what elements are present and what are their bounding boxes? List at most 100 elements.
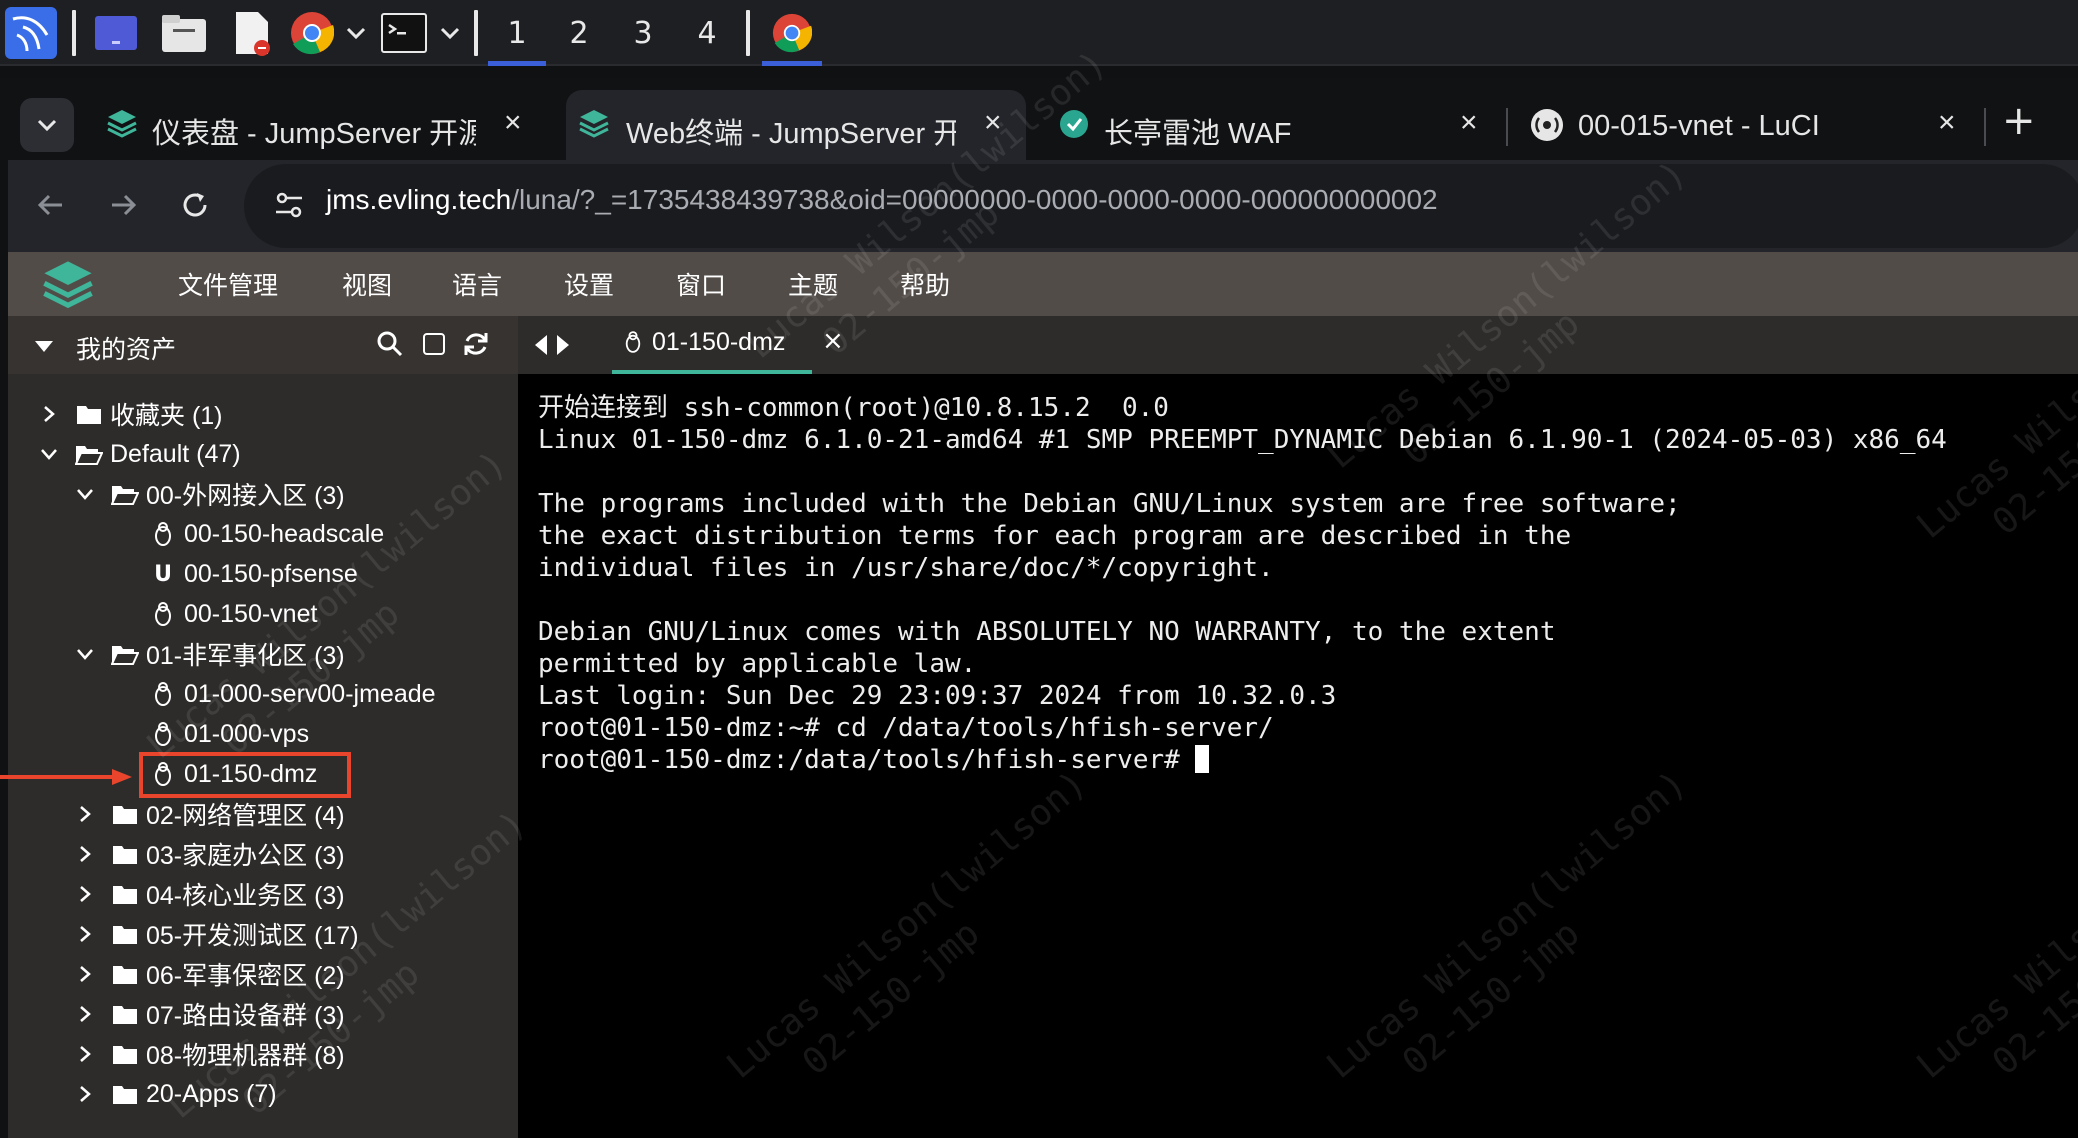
workspace-4[interactable]: 4 bbox=[676, 0, 738, 66]
linux-icon bbox=[148, 601, 178, 627]
new-tab-button[interactable]: + bbox=[2002, 98, 2036, 144]
chevron-right-icon[interactable] bbox=[70, 884, 100, 904]
kali-menu-icon[interactable] bbox=[0, 0, 62, 66]
safeline-waf-icon bbox=[1058, 108, 1090, 148]
app-menubar: 文件管理 视图 语言 设置 窗口 主题 帮助 bbox=[8, 252, 2078, 316]
chevron-down-icon[interactable] bbox=[432, 0, 468, 66]
chevron-right-icon[interactable] bbox=[70, 924, 100, 944]
workspace-2[interactable]: 2 bbox=[548, 0, 610, 66]
tree-item-zone-01[interactable]: 01-非军事化区 (3) bbox=[70, 634, 345, 674]
tree-item-zone-07[interactable]: 07-路由设备群 (3) bbox=[70, 994, 345, 1034]
tab-web-terminal[interactable]: Web终端 - JumpServer 开 × bbox=[566, 90, 1026, 160]
close-icon[interactable]: × bbox=[984, 106, 1002, 140]
reload-button[interactable] bbox=[170, 180, 220, 230]
terminal-prompt: root@01-150-dmz:/data/tools/hfish-server… bbox=[538, 744, 1947, 776]
chevron-down-icon[interactable] bbox=[70, 487, 100, 501]
tree-item-label: 00-150-vnet bbox=[184, 599, 318, 628]
tree-item-label: 06-军事保密区 (2) bbox=[146, 962, 345, 990]
menu-help[interactable]: 帮助 bbox=[900, 266, 950, 302]
folder-icon bbox=[110, 843, 140, 865]
tab-scroll-left-icon[interactable] bbox=[534, 334, 548, 360]
chevron-right-icon[interactable] bbox=[70, 964, 100, 984]
file-manager-icon[interactable] bbox=[158, 0, 210, 66]
tree-item-zone-05[interactable]: 05-开发测试区 (17) bbox=[70, 914, 359, 954]
folder-icon bbox=[74, 403, 104, 425]
asset-00-150-vnet[interactable]: 00-150-vnet bbox=[148, 594, 317, 634]
tree-item-label: 03-家庭办公区 (3) bbox=[146, 842, 345, 870]
chrome-window-button[interactable] bbox=[758, 0, 826, 66]
tree-item-label: 02-网络管理区 (4) bbox=[146, 802, 345, 830]
folder-icon bbox=[110, 1043, 140, 1065]
asset-01-000-serv00-jmeade[interactable]: 01-000-serv00-jmeade bbox=[148, 674, 436, 714]
jumpserver-logo[interactable] bbox=[40, 258, 96, 316]
close-icon[interactable]: × bbox=[504, 106, 522, 140]
folder-icon bbox=[110, 923, 140, 945]
asset-00-150-headscale[interactable]: 00-150-headscale bbox=[148, 514, 384, 554]
chevron-right-icon[interactable] bbox=[70, 844, 100, 864]
close-icon[interactable]: × bbox=[822, 326, 844, 356]
omnibox[interactable]: jms.evling.tech/luna/?_=1735438439738&oi… bbox=[244, 164, 2078, 248]
tree-item-label: 收藏夹 (1) bbox=[110, 402, 223, 430]
tab-safeline-waf[interactable]: 长亭雷池 WAF × bbox=[1050, 90, 1510, 160]
asset-01-000-vps[interactable]: 01-000-vps bbox=[148, 714, 309, 754]
tree-item-label: 00-外网接入区 (3) bbox=[146, 482, 345, 510]
tab-scroll-right-icon[interactable] bbox=[556, 334, 570, 360]
tab-search-button[interactable] bbox=[20, 98, 74, 152]
chevron-down-icon[interactable] bbox=[338, 0, 374, 66]
site-settings-icon[interactable] bbox=[264, 180, 314, 230]
chevron-down-icon[interactable] bbox=[34, 447, 64, 461]
session-tab[interactable]: 01-150-dmz × bbox=[602, 316, 844, 374]
tree-item-default[interactable]: Default (47) bbox=[34, 434, 241, 474]
folder-open-icon bbox=[74, 443, 104, 465]
tree-item-zone-00[interactable]: 00-外网接入区 (3) bbox=[70, 474, 345, 514]
forward-button[interactable] bbox=[98, 180, 148, 230]
caret-down-icon[interactable] bbox=[34, 338, 54, 357]
chevron-right-icon[interactable] bbox=[34, 404, 64, 424]
folder-icon bbox=[110, 963, 140, 985]
asset-sidebar: 我的资产 收藏夹 (1) Default (47) 00-外网接入区 (3) 0… bbox=[0, 316, 518, 1138]
chrome-icon[interactable] bbox=[288, 0, 336, 66]
browser-tab-strip: 仪表盘 - JumpServer 开源 × Web终端 - JumpServer… bbox=[0, 78, 2078, 160]
tree-item-apps[interactable]: 20-Apps (7) bbox=[70, 1074, 277, 1114]
tree-item-zone-03[interactable]: 03-家庭办公区 (3) bbox=[70, 834, 345, 874]
tab-luci[interactable]: 00-015-vnet - LuCI × bbox=[1528, 90, 1968, 160]
chevron-right-icon[interactable] bbox=[70, 1084, 100, 1104]
tree-item-zone-04[interactable]: 04-核心业务区 (3) bbox=[70, 874, 345, 914]
back-button[interactable] bbox=[26, 180, 76, 230]
tree-item-zone-02[interactable]: 02-网络管理区 (4) bbox=[70, 794, 345, 834]
tree-item-zone-06[interactable]: 06-军事保密区 (2) bbox=[70, 954, 345, 994]
text-editor-icon[interactable] bbox=[226, 0, 278, 66]
workspace-1[interactable]: 1 bbox=[486, 0, 548, 66]
tree-item-label: 01-000-serv00-jmeade bbox=[184, 679, 436, 708]
terminal-line: 开始连接到 ssh-common(root)@10.8.15.2 0.0 bbox=[538, 393, 1169, 423]
sidebar-title: 我的资产 bbox=[76, 335, 177, 364]
desktop-icon[interactable] bbox=[90, 0, 142, 66]
menu-file-management[interactable]: 文件管理 bbox=[178, 266, 278, 302]
terminal-line: Debian GNU/Linux comes with ABSOLUTELY N… bbox=[538, 617, 1556, 647]
tab-dashboard[interactable]: 仪表盘 - JumpServer 开源 × bbox=[96, 90, 536, 160]
terminal[interactable]: 开始连接到 ssh-common(root)@10.8.15.2 0.0 Lin… bbox=[518, 374, 2078, 1138]
menu-settings[interactable]: 设置 bbox=[564, 266, 614, 302]
menu-language[interactable]: 语言 bbox=[452, 266, 502, 302]
menu-window[interactable]: 窗口 bbox=[676, 266, 726, 302]
tree-item-favorites[interactable]: 收藏夹 (1) bbox=[34, 394, 223, 434]
close-icon[interactable]: × bbox=[1460, 106, 1478, 140]
chevron-right-icon[interactable] bbox=[70, 804, 100, 824]
terminal-icon[interactable] bbox=[378, 0, 430, 66]
close-icon[interactable]: × bbox=[1938, 106, 1956, 140]
workspace-3[interactable]: 3 bbox=[612, 0, 674, 66]
chevron-down-icon[interactable] bbox=[70, 647, 100, 661]
menu-theme[interactable]: 主题 bbox=[788, 266, 838, 302]
tab-title: 00-015-vnet - LuCI bbox=[1578, 110, 1820, 142]
collapse-all-icon[interactable] bbox=[422, 332, 446, 360]
url-text[interactable]: jms.evling.tech/luna/?_=1735438439738&oi… bbox=[326, 184, 1438, 228]
tree-item-zone-08[interactable]: 08-物理机器群 (8) bbox=[70, 1034, 345, 1074]
asset-00-150-pfsense[interactable]: U 00-150-pfsense bbox=[148, 554, 358, 594]
refresh-icon[interactable] bbox=[462, 330, 490, 362]
chevron-right-icon[interactable] bbox=[70, 1004, 100, 1024]
chevron-right-icon[interactable] bbox=[70, 1044, 100, 1064]
menu-view[interactable]: 视图 bbox=[342, 266, 392, 302]
search-icon[interactable] bbox=[376, 330, 404, 362]
